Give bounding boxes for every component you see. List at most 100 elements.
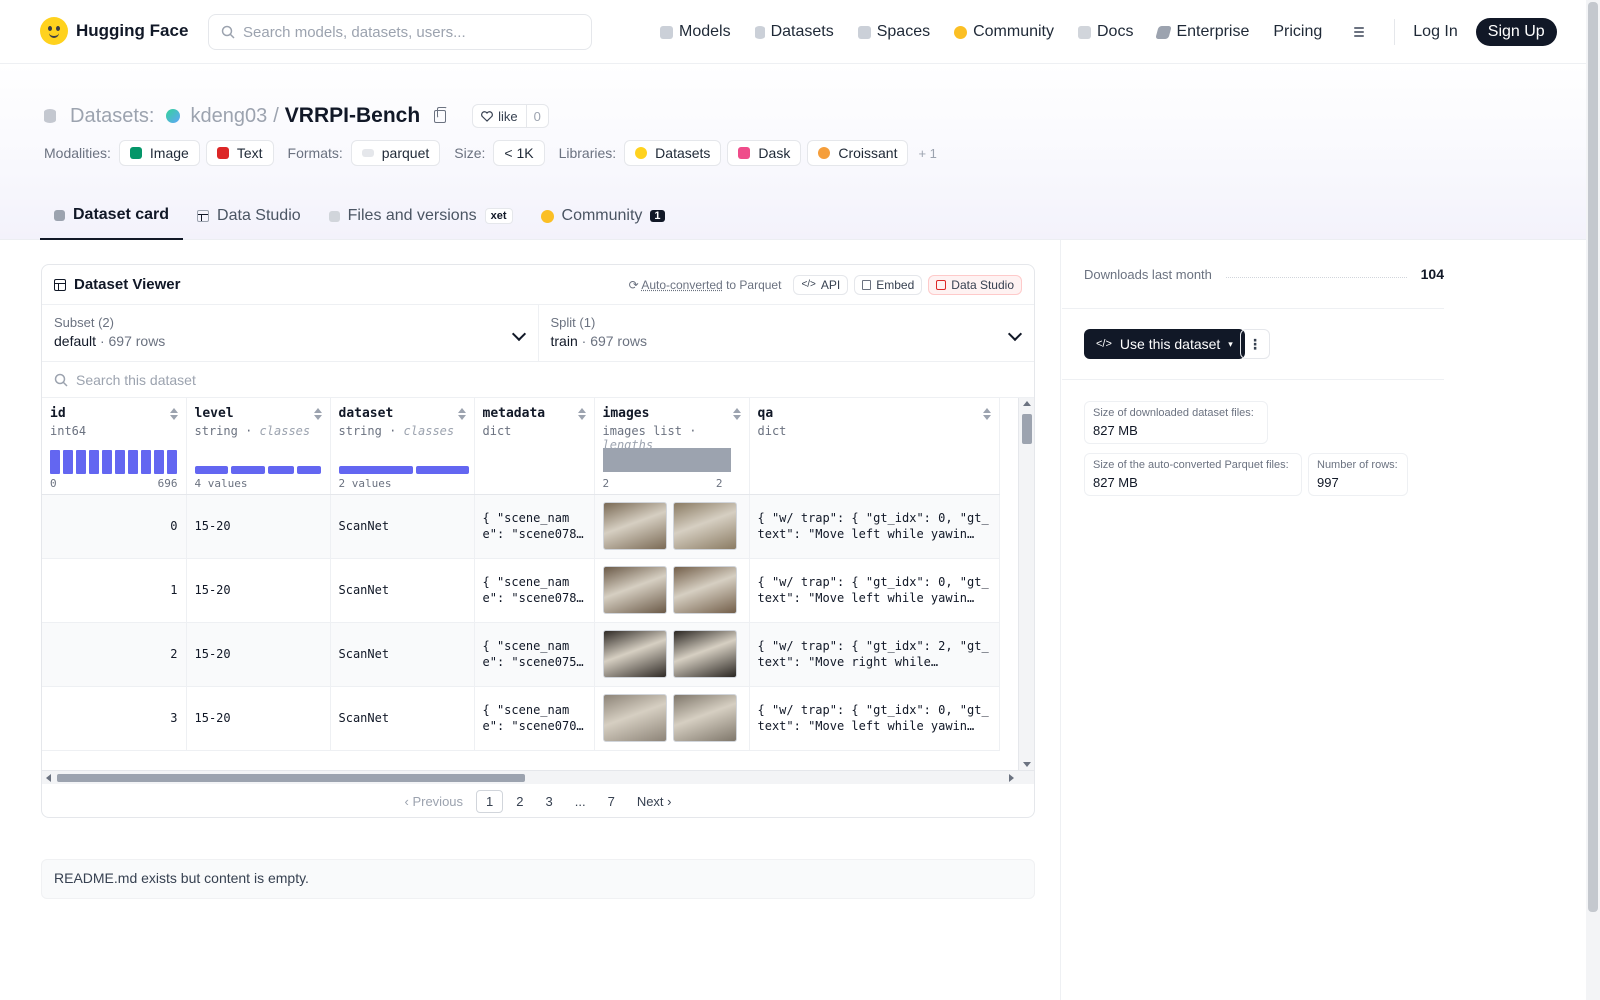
- page-3[interactable]: 3: [537, 791, 562, 812]
- image-thumbnail[interactable]: [602, 566, 667, 614]
- owner-link[interactable]: kdeng03: [190, 105, 267, 128]
- tag-dask[interactable]: Dask: [727, 140, 802, 166]
- subset-select[interactable]: Subset (2) default · 697 rows: [42, 305, 538, 361]
- cell-dataset[interactable]: ScanNet: [330, 622, 475, 687]
- page-1[interactable]: 1: [476, 789, 504, 813]
- page-2[interactable]: 2: [507, 791, 532, 812]
- cell-metadata-text: { "scene_name": "scene0783_00"…: [482, 511, 584, 541]
- cell-qa[interactable]: { "w/ trap": { "gt_idx": 0, "gt_text": "…: [749, 558, 1000, 623]
- dataset-search[interactable]: [42, 362, 1034, 398]
- data-studio-button[interactable]: Data Studio: [928, 274, 1022, 295]
- like-button[interactable]: like 0: [472, 104, 549, 128]
- tab-files[interactable]: Files and versions xet: [315, 192, 527, 240]
- table-row[interactable]: 115-20ScanNet{ "scene_name": "scene0781_…: [42, 558, 1000, 623]
- embed-button[interactable]: Embed: [854, 274, 923, 295]
- id-histogram[interactable]: [50, 449, 177, 474]
- cell-images[interactable]: [594, 558, 750, 623]
- image-thumbnail[interactable]: [602, 502, 667, 550]
- more-libraries[interactable]: + 1: [918, 146, 936, 161]
- tag-croissant[interactable]: Croissant: [807, 140, 909, 166]
- nav-pricing[interactable]: Pricing: [1273, 18, 1322, 46]
- cell-metadata[interactable]: { "scene_name": "scene0752_00"…: [474, 622, 595, 687]
- tag-parquet[interactable]: parquet: [350, 140, 441, 166]
- cell-metadata[interactable]: { "scene_name": "scene0781_00"…: [474, 558, 595, 623]
- cell-images[interactable]: [594, 494, 750, 559]
- cell-metadata[interactable]: { "scene_name": "scene0783_00"…: [474, 494, 595, 559]
- section-label[interactable]: Datasets:: [70, 105, 154, 128]
- tab-community[interactable]: Community 1: [527, 192, 679, 240]
- more-menu-icon[interactable]: [1346, 26, 1365, 38]
- page-scrollbar[interactable]: [1586, 0, 1600, 1000]
- table-row[interactable]: 015-20ScanNet{ "scene_name": "scene0783_…: [42, 494, 1000, 559]
- cell-qa[interactable]: { "w/ trap": { "gt_idx": 0, "gt_text": "…: [749, 686, 1000, 751]
- cell-images[interactable]: [594, 686, 750, 751]
- nav-datasets[interactable]: Datasets: [754, 18, 834, 46]
- cell-level[interactable]: 15-20: [186, 494, 331, 559]
- table-vertical-scrollbar[interactable]: [1018, 398, 1034, 770]
- more-options-button[interactable]: ⋮: [1240, 329, 1270, 359]
- cell-level[interactable]: 15-20: [186, 686, 331, 751]
- cell-id[interactable]: 2: [42, 622, 187, 687]
- use-this-dataset-button[interactable]: </> Use this dataset ▾: [1084, 329, 1245, 359]
- tag-text[interactable]: Text: [205, 140, 274, 166]
- cell-level[interactable]: 15-20: [186, 558, 331, 623]
- image-thumbnail[interactable]: [672, 566, 737, 614]
- tag-image[interactable]: Image: [118, 140, 200, 166]
- repo-name[interactable]: VRRPI-Bench: [285, 104, 420, 128]
- tag-size[interactable]: < 1K: [493, 140, 545, 166]
- column-header-metadata[interactable]: metadata dict: [474, 398, 595, 495]
- dataset-search-input[interactable]: [76, 371, 476, 388]
- level-classes-bar[interactable]: [194, 465, 321, 474]
- column-header-images[interactable]: images images list · lengths 22: [594, 398, 750, 495]
- hf-logo[interactable]: Hugging Face: [40, 17, 188, 45]
- global-search-input[interactable]: [243, 23, 563, 41]
- tab-data-studio[interactable]: Data Studio: [183, 192, 315, 240]
- copy-icon[interactable]: [434, 106, 448, 123]
- signup-button[interactable]: Sign Up: [1475, 18, 1557, 46]
- cell-level[interactable]: 15-20: [186, 622, 331, 687]
- stat-num-rows: Number of rows: 997: [1308, 453, 1408, 496]
- image-thumbnail[interactable]: [672, 502, 737, 550]
- image-thumbnail[interactable]: [602, 694, 667, 742]
- cell-id[interactable]: 0: [42, 494, 187, 559]
- cell-dataset[interactable]: ScanNet: [330, 494, 475, 559]
- cell-qa[interactable]: { "w/ trap": { "gt_idx": 0, "gt_text": "…: [749, 494, 1000, 559]
- column-header-level[interactable]: level string · classes 4 values: [186, 398, 331, 495]
- dataset-classes-bar[interactable]: [338, 465, 469, 474]
- nav-spaces[interactable]: Spaces: [857, 18, 930, 46]
- tag-datasets-lib[interactable]: Datasets: [624, 140, 722, 166]
- table-horizontal-scrollbar[interactable]: [42, 770, 1034, 784]
- next-page[interactable]: Next ›: [628, 791, 681, 812]
- cell-dataset[interactable]: ScanNet: [330, 686, 475, 751]
- auto-converted-link[interactable]: Auto-converted: [641, 278, 722, 292]
- table-row[interactable]: 215-20ScanNet{ "scene_name": "scene0752_…: [42, 622, 1000, 687]
- tab-dataset-card[interactable]: Dataset card: [40, 192, 184, 240]
- column-header-dataset[interactable]: dataset string · classes 2 values: [330, 398, 475, 495]
- column-header-qa[interactable]: qa dict: [749, 398, 1000, 495]
- cell-metadata[interactable]: { "scene_name": "scene0707_00"…: [474, 686, 595, 751]
- nav-models[interactable]: Models: [660, 18, 731, 46]
- image-thumbnail[interactable]: [672, 630, 737, 678]
- login-link[interactable]: Log In: [1413, 23, 1457, 41]
- nav-community[interactable]: Community: [954, 18, 1054, 46]
- api-button[interactable]: </> API: [793, 274, 849, 295]
- image-thumbnail[interactable]: [602, 630, 667, 678]
- previous-page[interactable]: ‹ Previous: [396, 791, 473, 812]
- cell-id[interactable]: 1: [42, 558, 187, 623]
- image-thumbnail[interactable]: [672, 694, 737, 742]
- split-select[interactable]: Split (1) train · 697 rows: [537, 305, 1035, 361]
- auto-converted-note[interactable]: ⟳ Auto-converted to Parquet: [629, 278, 782, 292]
- images-lengths-bar[interactable]: [602, 447, 731, 472]
- cell-images[interactable]: [594, 622, 750, 687]
- cell-id[interactable]: 3: [42, 686, 187, 751]
- split-label: Split (1): [550, 315, 596, 330]
- hist-min: 0: [50, 476, 57, 490]
- page-7[interactable]: 7: [599, 791, 624, 812]
- global-search[interactable]: [208, 14, 592, 50]
- nav-docs[interactable]: Docs: [1078, 18, 1133, 46]
- column-header-id[interactable]: id int64 0 696: [42, 398, 187, 495]
- table-row[interactable]: 315-20ScanNet{ "scene_name": "scene0707_…: [42, 686, 1000, 751]
- nav-enterprise[interactable]: Enterprise: [1155, 18, 1249, 46]
- cell-qa[interactable]: { "w/ trap": { "gt_idx": 2, "gt_text": "…: [749, 622, 1000, 687]
- cell-dataset[interactable]: ScanNet: [330, 558, 475, 623]
